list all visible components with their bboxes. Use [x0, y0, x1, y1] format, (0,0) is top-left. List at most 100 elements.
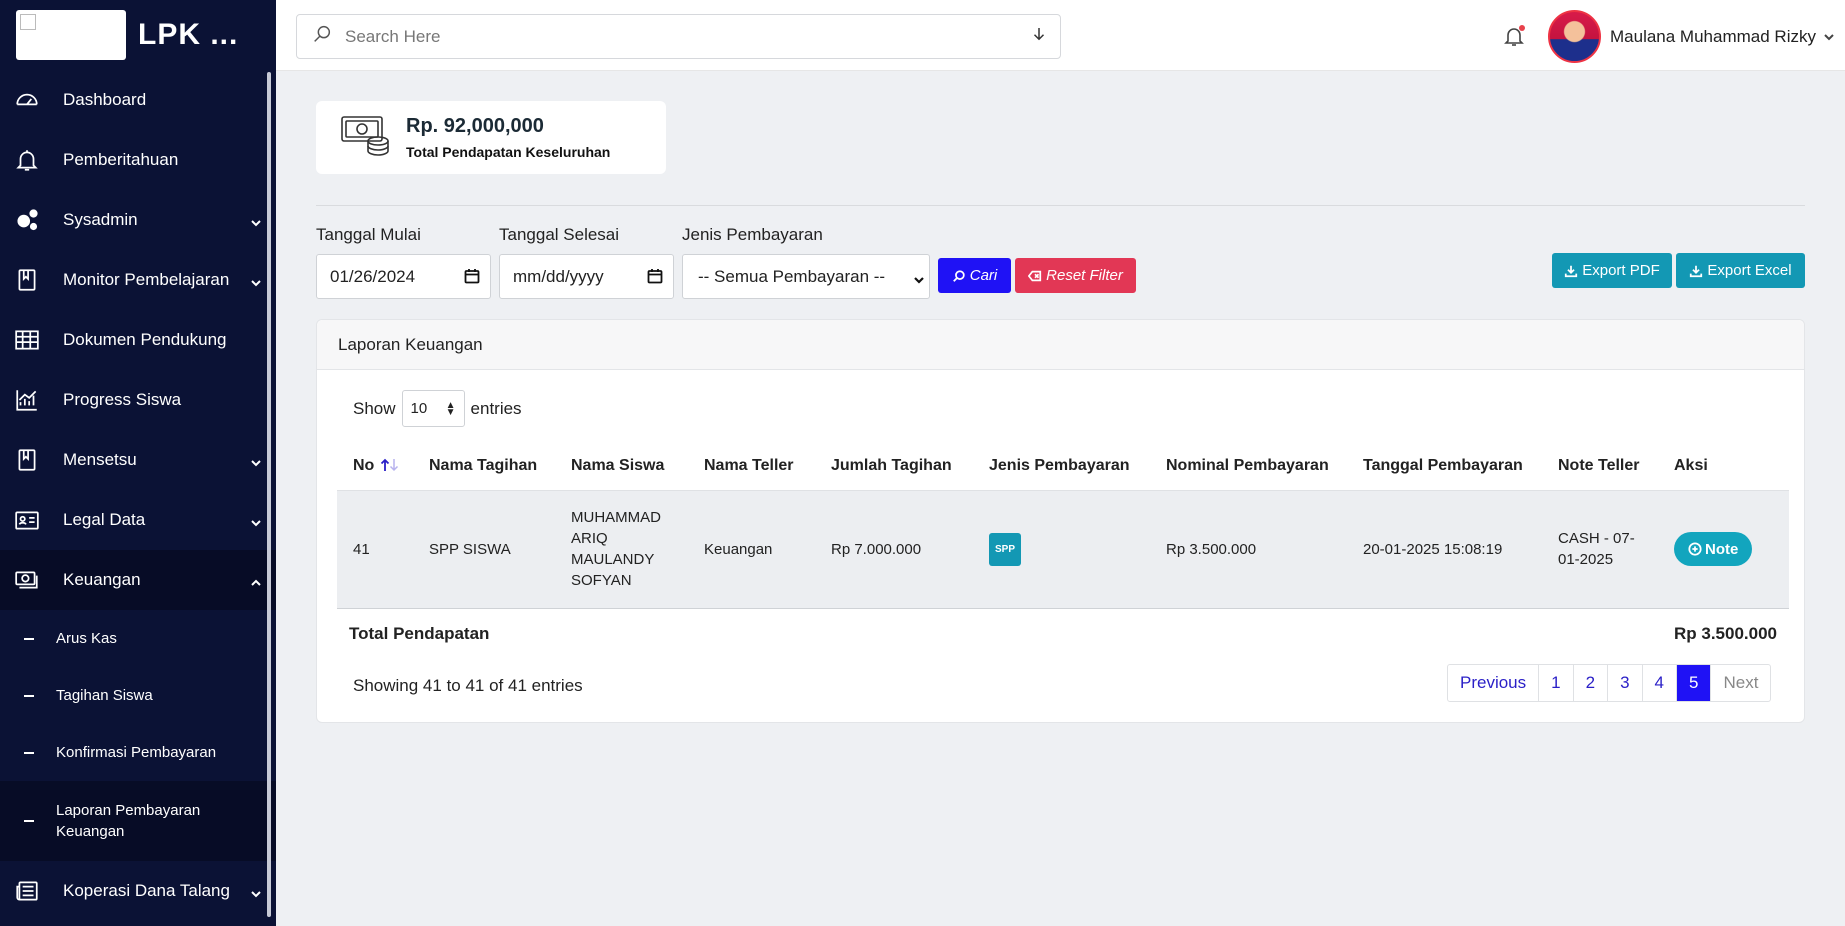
reset-filter-button[interactable]: Reset Filter: [1015, 258, 1136, 293]
end-date-input[interactable]: mm/dd/yyyy: [499, 254, 674, 299]
chevron-down-icon[interactable]: [1823, 30, 1835, 48]
sidebar-item-label: Sysadmin: [63, 210, 138, 229]
calendar-icon[interactable]: [647, 268, 663, 289]
card-title: Laporan Keuangan: [317, 320, 1804, 370]
export-pdf-button[interactable]: Export PDF: [1552, 253, 1672, 288]
column-header-no[interactable]: No: [337, 442, 413, 491]
sidebar-item-label: Progress Siswa: [63, 390, 182, 409]
column-header-jenis-pembayaran[interactable]: Jenis Pembayaran: [973, 442, 1150, 491]
search-input[interactable]: [345, 26, 1030, 47]
sidebar-item-sysadmin[interactable]: Sysadmin: [0, 190, 276, 250]
dash-icon: [24, 694, 34, 697]
financial-report-card: Laporan Keuangan Show 10 ▲ ▼ entries No N…: [316, 319, 1805, 723]
sidebar-item-label: Pemberitahuan: [63, 150, 179, 169]
export-excel-button[interactable]: Export Excel: [1676, 253, 1805, 288]
sidebar-item-keuangan[interactable]: Keuangan: [0, 550, 276, 610]
column-header-nama-teller[interactable]: Nama Teller: [688, 442, 815, 491]
sidebar-item-label: Dashboard: [63, 90, 147, 109]
sidebar: LPK ... Dashboard Pemberitahuan Sysadmin…: [0, 0, 276, 926]
plus-circle-icon: [1688, 542, 1702, 556]
total-income-label: Total Pendapatan Keseluruhan: [406, 144, 611, 160]
cell-nama-tagihan: SPP SISWA: [413, 490, 555, 608]
sidebar-item-pemberitahuan[interactable]: Pemberitahuan: [0, 130, 276, 190]
sort-icon[interactable]: [374, 457, 402, 474]
total-row: Total Pendapatan Rp 3.500.000: [337, 607, 1789, 658]
sidebar-item-label: Keuangan: [63, 570, 141, 589]
total-value: Rp 3.500.000: [973, 607, 1789, 658]
sidebar-item-label: Mensetsu: [63, 450, 137, 469]
sidebar-item-koperasi-dana-talang[interactable]: Koperasi Dana Talang: [0, 861, 276, 921]
submenu-item-laporan-pembayaran[interactable]: Laporan Pembayaran Keuangan: [0, 781, 276, 861]
column-header-nominal-pembayaran[interactable]: Nominal Pembayaran: [1150, 442, 1347, 491]
show-label: Show: [353, 398, 396, 418]
column-header-nama-tagihan[interactable]: Nama Tagihan: [413, 442, 555, 491]
sidebar-item-dokumen-pendukung[interactable]: Dokumen Pendukung: [0, 310, 276, 370]
arrow-down-icon[interactable]: [1030, 25, 1060, 48]
start-date-input[interactable]: 01/26/2024: [316, 254, 491, 299]
search-button-label: Cari: [969, 267, 998, 284]
gears-icon: [14, 207, 40, 233]
sidebar-nav: Dashboard Pemberitahuan Sysadmin Monitor…: [0, 70, 276, 610]
notification-dot: [1519, 25, 1525, 31]
sidebar-item-legal-data[interactable]: Legal Data: [0, 490, 276, 550]
id-card-icon: [14, 507, 40, 533]
column-header-note-teller[interactable]: Note Teller: [1542, 442, 1658, 491]
column-header-nama-siswa[interactable]: Nama Siswa: [555, 442, 688, 491]
newspaper-icon: [14, 878, 40, 904]
submenu-item-tagihan-siswa[interactable]: Tagihan Siswa: [0, 667, 276, 724]
table-icon: [14, 327, 40, 353]
chart-icon: [14, 387, 40, 413]
sidebar-item-mensetsu[interactable]: Mensetsu: [0, 430, 276, 490]
sidebar-item-progress-siswa[interactable]: Progress Siswa: [0, 370, 276, 430]
search-icon: [311, 23, 333, 50]
sidebar-item-label: Dokumen Pendukung: [63, 330, 227, 349]
cell-nama-siswa: MUHAMMAD ARIQ MAULANDY SOFYAN: [555, 490, 688, 608]
column-header-aksi[interactable]: Aksi: [1658, 442, 1789, 491]
note-button[interactable]: Note: [1674, 532, 1753, 566]
cell-nama-teller: Keuangan: [688, 490, 815, 608]
pagination-next[interactable]: Next: [1711, 665, 1770, 701]
payment-type-label: Jenis Pembayaran: [682, 225, 823, 244]
money-icon: [340, 113, 392, 162]
submenu-item-konfirmasi-pembayaran[interactable]: Konfirmasi Pembayaran: [0, 724, 276, 781]
payment-type-select[interactable]: -- Semua Pembayaran --: [682, 254, 930, 299]
column-header-jumlah-tagihan[interactable]: Jumlah Tagihan: [815, 442, 973, 491]
page-size-select[interactable]: 10 ▲ ▼: [401, 390, 465, 427]
search-box[interactable]: [296, 14, 1061, 59]
end-date-value: mm/dd/yyyy: [513, 266, 604, 286]
sidebar-item-monitor-pembelajaran[interactable]: Monitor Pembelajaran: [0, 250, 276, 310]
user-name[interactable]: Maulana Muhammad Rizky: [1610, 27, 1816, 47]
avatar[interactable]: [1548, 10, 1601, 63]
column-header-tanggal-pembayaran[interactable]: Tanggal Pembayaran: [1347, 442, 1542, 491]
cell-jumlah-tagihan: Rp 7.000.000: [815, 490, 973, 608]
sidebar-item-dashboard[interactable]: Dashboard: [0, 70, 276, 130]
note-button-label: Note: [1705, 540, 1739, 558]
pagination-page-1[interactable]: 1: [1539, 665, 1574, 701]
submenu-item-label: Tagihan Siswa: [56, 687, 153, 704]
pagination-page-3[interactable]: 3: [1608, 665, 1643, 701]
pagination-page-2[interactable]: 2: [1574, 665, 1609, 701]
page-size-control: Show 10 ▲ ▼ entries: [353, 390, 522, 427]
dash-icon: [24, 820, 34, 822]
brand[interactable]: LPK ...: [0, 0, 276, 70]
download-icon: [1690, 265, 1703, 277]
submenu-item-arus-kas[interactable]: Arus Kas: [0, 610, 276, 667]
calendar-icon[interactable]: [464, 268, 480, 289]
page-size-value: 10: [410, 400, 428, 417]
search-button[interactable]: Cari: [938, 258, 1011, 293]
notification-bell-icon[interactable]: [1502, 24, 1526, 48]
money-icon: [14, 567, 40, 593]
chevron-down-icon: [250, 885, 262, 898]
entries-label: entries: [470, 398, 522, 418]
pagination-page-4[interactable]: 4: [1643, 665, 1678, 701]
table-info: Showing 41 to 41 of 41 entries: [353, 676, 583, 695]
payment-type-value: -- Semua Pembayaran --: [698, 266, 886, 286]
submenu-item-label: Arus Kas: [56, 630, 117, 647]
sidebar-scrollbar[interactable]: [267, 72, 271, 917]
report-table: No Nama Tagihan Nama Siswa Nama Teller J…: [337, 442, 1789, 658]
pagination-previous[interactable]: Previous: [1448, 665, 1540, 701]
sidebar-item-label: Koperasi Dana Talang: [63, 881, 230, 900]
download-icon: [1565, 265, 1578, 277]
cell-aksi: Note: [1658, 490, 1789, 608]
pagination-page-5[interactable]: 5: [1677, 665, 1712, 701]
